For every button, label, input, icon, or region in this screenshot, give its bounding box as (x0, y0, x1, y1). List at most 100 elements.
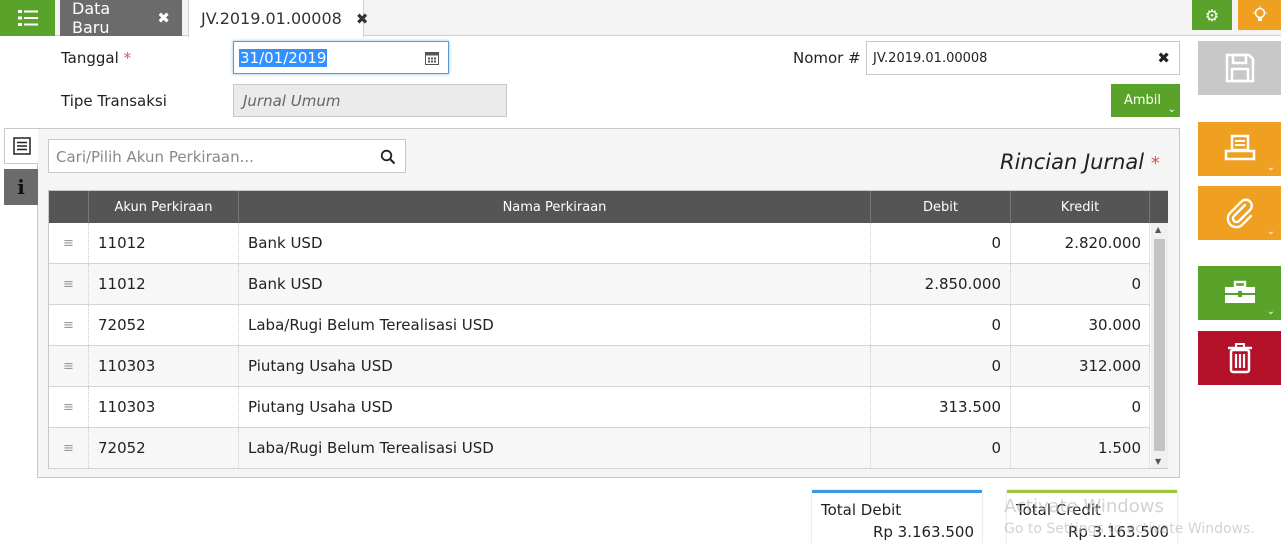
print-icon (1224, 134, 1255, 161)
table-row[interactable]: ≡ 110303 Piutang Usaha USD 0 312.000 (49, 346, 1150, 387)
tab-info[interactable]: i (4, 169, 38, 205)
ambil-label: Ambil (1124, 93, 1162, 108)
tab-current-journal[interactable]: JV.2019.01.00008 ✖ (188, 0, 368, 37)
table-row[interactable]: ≡ 72052 Laba/Rugi Belum Terealisasi USD 0 30… (49, 305, 1150, 346)
drag-handle-icon[interactable]: ≡ (49, 346, 89, 386)
drag-handle-icon[interactable]: ≡ (49, 428, 89, 468)
cell-nama[interactable]: Bank USD (239, 223, 871, 263)
scrollbar-thumb[interactable] (1154, 239, 1165, 451)
chevron-down-icon: ⌄ (1266, 162, 1275, 173)
tanggal-value: 31/01/2019 (239, 49, 328, 67)
tanggal-date-field[interactable]: 31/01/2019 (233, 41, 449, 74)
header-akun[interactable]: Akun Perkiraan (89, 191, 239, 223)
info-icon: i (17, 175, 25, 199)
save-icon (1225, 53, 1254, 83)
list-menu-icon (17, 10, 38, 26)
cell-nama[interactable]: Piutang Usaha USD (239, 387, 871, 427)
cell-debit[interactable]: 313.500 (871, 387, 1011, 427)
nomor-label: Nomor # (793, 49, 861, 67)
close-icon[interactable]: ✖ (157, 9, 170, 27)
cell-debit[interactable]: 0 (871, 305, 1011, 345)
required-mark: * (1150, 153, 1160, 174)
cell-nama[interactable]: Laba/Rugi Belum Terealisasi USD (239, 428, 871, 468)
lightbulb-icon (1252, 6, 1267, 21)
cell-kredit[interactable]: 1.500 (1011, 428, 1150, 468)
cell-akun[interactable]: 11012 (89, 264, 239, 304)
cell-nama[interactable]: Laba/Rugi Belum Terealisasi USD (239, 305, 871, 345)
tab-detail[interactable] (4, 128, 38, 164)
scroll-up-icon[interactable]: ▲ (1155, 225, 1161, 234)
cell-debit[interactable]: 2.850.000 (871, 264, 1011, 304)
trash-icon (1227, 343, 1252, 374)
tanggal-label: Tanggal * (61, 49, 131, 67)
tools-button[interactable]: ⌄ (1198, 266, 1281, 320)
cell-kredit[interactable]: 0 (1011, 387, 1150, 427)
tab-label: Data Baru (72, 0, 111, 37)
total-debit-label: Total Debit (821, 501, 902, 519)
cell-debit[interactable]: 0 (871, 428, 1011, 468)
tab-label: JV.2019.01.00008 (201, 9, 342, 28)
activate-windows-subtext: Go to Settings to activate Windows. (1004, 521, 1255, 537)
grid-scrollbar[interactable]: ▲ ▼ (1151, 223, 1168, 468)
paperclip-icon (1226, 198, 1253, 229)
table-row[interactable]: ≡ 110303 Piutang Usaha USD 313.500 0 (49, 387, 1150, 428)
scroll-down-icon[interactable]: ▼ (1155, 457, 1161, 466)
total-debit-card: Total Debit Rp 3.163.500 (812, 490, 982, 543)
nomor-field[interactable]: JV.2019.01.00008 ✖ (866, 41, 1180, 75)
akun-search-input[interactable]: Cari/Pilih Akun Perkiraan... (48, 139, 406, 173)
tips-button[interactable] (1238, 0, 1281, 30)
cell-akun[interactable]: 110303 (89, 346, 239, 386)
header-nama[interactable]: Nama Perkiraan (239, 191, 871, 223)
cell-kredit[interactable]: 30.000 (1011, 305, 1150, 345)
cell-akun[interactable]: 11012 (89, 223, 239, 263)
cell-kredit[interactable]: 0 (1011, 264, 1150, 304)
cell-nama[interactable]: Bank USD (239, 264, 871, 304)
chevron-down-icon: ⌄ (1266, 226, 1275, 237)
table-row[interactable]: ≡ 72052 Laba/Rugi Belum Terealisasi USD 0 1.… (49, 428, 1150, 469)
journal-grid: Akun Perkiraan Nama Perkiraan Debit Kred… (48, 190, 1168, 469)
settings-button[interactable]: ⚙ (1192, 0, 1232, 30)
cell-akun[interactable]: 72052 (89, 428, 239, 468)
delete-button[interactable] (1198, 331, 1281, 385)
header-debit[interactable]: Debit (871, 191, 1011, 223)
activate-windows-watermark: Activate Windows (1004, 496, 1164, 517)
drag-handle-icon[interactable]: ≡ (49, 264, 89, 304)
total-debit-value: Rp 3.163.500 (872, 523, 974, 541)
attachment-button[interactable]: ⌄ (1198, 186, 1281, 240)
ambil-button[interactable]: Ambil ⌄ (1111, 84, 1180, 117)
header-drag-col (49, 191, 89, 223)
drag-handle-icon[interactable]: ≡ (49, 223, 89, 263)
calendar-icon[interactable] (425, 51, 439, 65)
tipe-transaksi-field: Jurnal Umum (233, 84, 507, 117)
cell-nama[interactable]: Piutang Usaha USD (239, 346, 871, 386)
grid-header-corner (1150, 191, 1168, 223)
cell-kredit[interactable]: 2.820.000 (1011, 223, 1150, 263)
close-icon[interactable]: ✖ (356, 10, 369, 28)
chevron-down-icon: ⌄ (1167, 104, 1176, 115)
table-row[interactable]: ≡ 11012 Bank USD 0 2.820.000 (49, 223, 1150, 264)
drag-handle-icon[interactable]: ≡ (49, 305, 89, 345)
list-view-icon (12, 137, 31, 155)
cell-debit[interactable]: 0 (871, 223, 1011, 263)
header-kredit[interactable]: Kredit (1011, 191, 1150, 223)
panel-title: Rincian Jurnal * (1000, 150, 1160, 174)
briefcase-icon (1224, 280, 1255, 303)
cell-akun[interactable]: 72052 (89, 305, 239, 345)
required-mark: * (123, 49, 132, 67)
table-row[interactable]: ≡ 11012 Bank USD 2.850.000 0 (49, 264, 1150, 305)
cell-akun[interactable]: 110303 (89, 387, 239, 427)
cell-debit[interactable]: 0 (871, 346, 1011, 386)
tab-data-baru[interactable]: Data Baru ✖ (60, 0, 182, 37)
save-button[interactable] (1198, 41, 1281, 95)
top-bar: Data Baru ✖ JV.2019.01.00008 ✖ ⚙ (0, 0, 1281, 37)
tipe-transaksi-value: Jurnal Umum (243, 92, 341, 110)
gear-icon: ⚙ (1204, 5, 1220, 25)
cell-kredit[interactable]: 312.000 (1011, 346, 1150, 386)
nomor-value: JV.2019.01.00008 (873, 51, 988, 66)
print-button[interactable]: ⌄ (1198, 122, 1281, 176)
clear-icon[interactable]: ✖ (1157, 49, 1170, 67)
menu-button[interactable] (0, 0, 55, 36)
drag-handle-icon[interactable]: ≡ (49, 387, 89, 427)
tanggal-label-text: Tanggal (61, 49, 119, 67)
search-icon[interactable] (380, 149, 396, 165)
